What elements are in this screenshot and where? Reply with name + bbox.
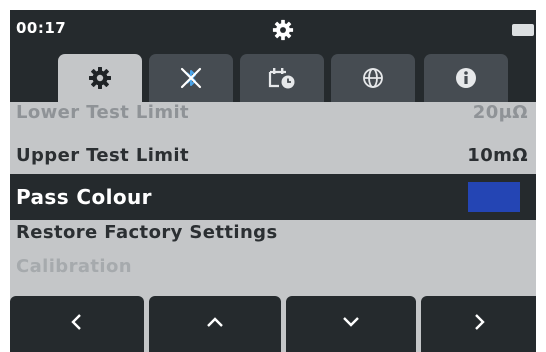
tab-date-time[interactable] [240,54,324,102]
list-item-label: Calibration [16,256,132,277]
list-item-label: Pass Colour [16,185,152,209]
left-button[interactable] [10,296,144,352]
list-item-lower-test-limit[interactable]: Lower Test Limit 20μΩ [10,102,536,131]
globe-icon [361,66,385,90]
tab-info[interactable] [424,54,508,102]
settings-list: Lower Test Limit 20μΩ Upper Test Limit 1… [10,102,536,302]
tab-bluetooth[interactable] [149,54,233,102]
gear-icon [88,66,112,90]
down-button[interactable] [286,296,416,352]
list-item-label: Lower Test Limit [16,102,190,123]
status-bar: 00:17 [10,10,536,50]
device-screen: 00:17 Lower Test Limit 20μΩ Upper Test L… [10,10,536,352]
list-item-label: Upper Test Limit [16,145,189,166]
tab-settings[interactable] [58,54,142,102]
gear-icon [272,19,294,41]
list-item-restore-factory-settings[interactable]: Restore Factory Settings [10,220,536,258]
info-icon [455,67,477,89]
calendar-clock-icon [267,66,297,90]
bluetooth-disabled-icon [178,65,204,91]
list-item-value: 10mΩ [467,145,528,166]
list-item-calibration[interactable]: Calibration [10,254,536,292]
list-item-value: 20μΩ [472,102,528,123]
list-item-pass-colour[interactable]: Pass Colour [10,174,536,220]
battery-icon [512,24,534,36]
chevron-right-icon [469,312,489,336]
navigation-bar [10,296,536,352]
chevron-down-icon [341,312,361,336]
list-item-upper-test-limit[interactable]: Upper Test Limit 10mΩ [10,136,536,174]
list-item-label: Restore Factory Settings [16,222,278,243]
pass-colour-swatch [468,182,520,212]
clock-time: 00:17 [16,19,67,37]
tab-language[interactable] [331,54,415,102]
up-button[interactable] [149,296,281,352]
chevron-left-icon [67,312,87,336]
chevron-up-icon [205,312,225,336]
tab-bar [10,50,536,102]
right-button[interactable] [421,296,536,352]
